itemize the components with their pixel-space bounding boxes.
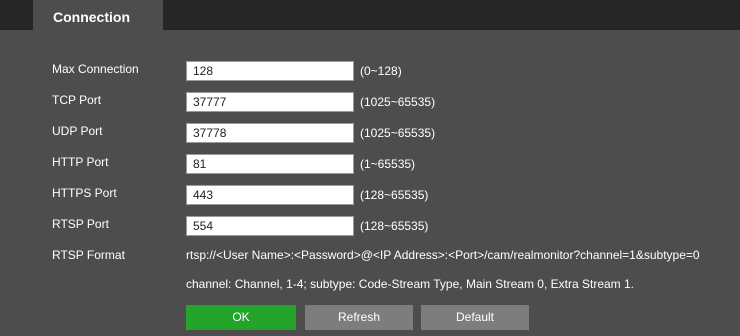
https-port-label: HTTPS Port <box>52 186 117 200</box>
tcp-port-input[interactable] <box>186 92 354 112</box>
ok-button[interactable]: OK <box>186 305 296 330</box>
tcp-port-label: TCP Port <box>52 93 102 107</box>
default-button[interactable]: Default <box>421 305 529 330</box>
udp-port-label: UDP Port <box>52 124 103 138</box>
rtsp-port-input[interactable] <box>186 216 354 236</box>
rtsp-format-note: channel: Channel, 1-4; subtype: Code-Str… <box>186 277 635 291</box>
http-port-input[interactable] <box>186 154 354 174</box>
rtsp-port-range: (128~65535) <box>360 219 429 233</box>
max-connection-input[interactable] <box>186 61 354 81</box>
http-port-label: HTTP Port <box>52 155 109 169</box>
rtsp-port-label: RTSP Port <box>52 217 109 231</box>
http-port-range: (1~65535) <box>360 157 416 171</box>
max-connection-label: Max Connection <box>52 62 139 76</box>
udp-port-range: (1025~65535) <box>360 126 436 140</box>
tcp-port-range: (1025~65535) <box>360 95 436 109</box>
tab-connection[interactable]: Connection <box>33 0 163 34</box>
rtsp-format-url: rtsp://<User Name>:<Password>@<IP Addres… <box>186 248 700 262</box>
udp-port-input[interactable] <box>186 123 354 143</box>
https-port-input[interactable] <box>186 185 354 205</box>
https-port-range: (128~65535) <box>360 188 429 202</box>
max-connection-range: (0~128) <box>360 64 402 78</box>
rtsp-format-label: RTSP Format <box>52 248 125 262</box>
refresh-button[interactable]: Refresh <box>305 305 413 330</box>
